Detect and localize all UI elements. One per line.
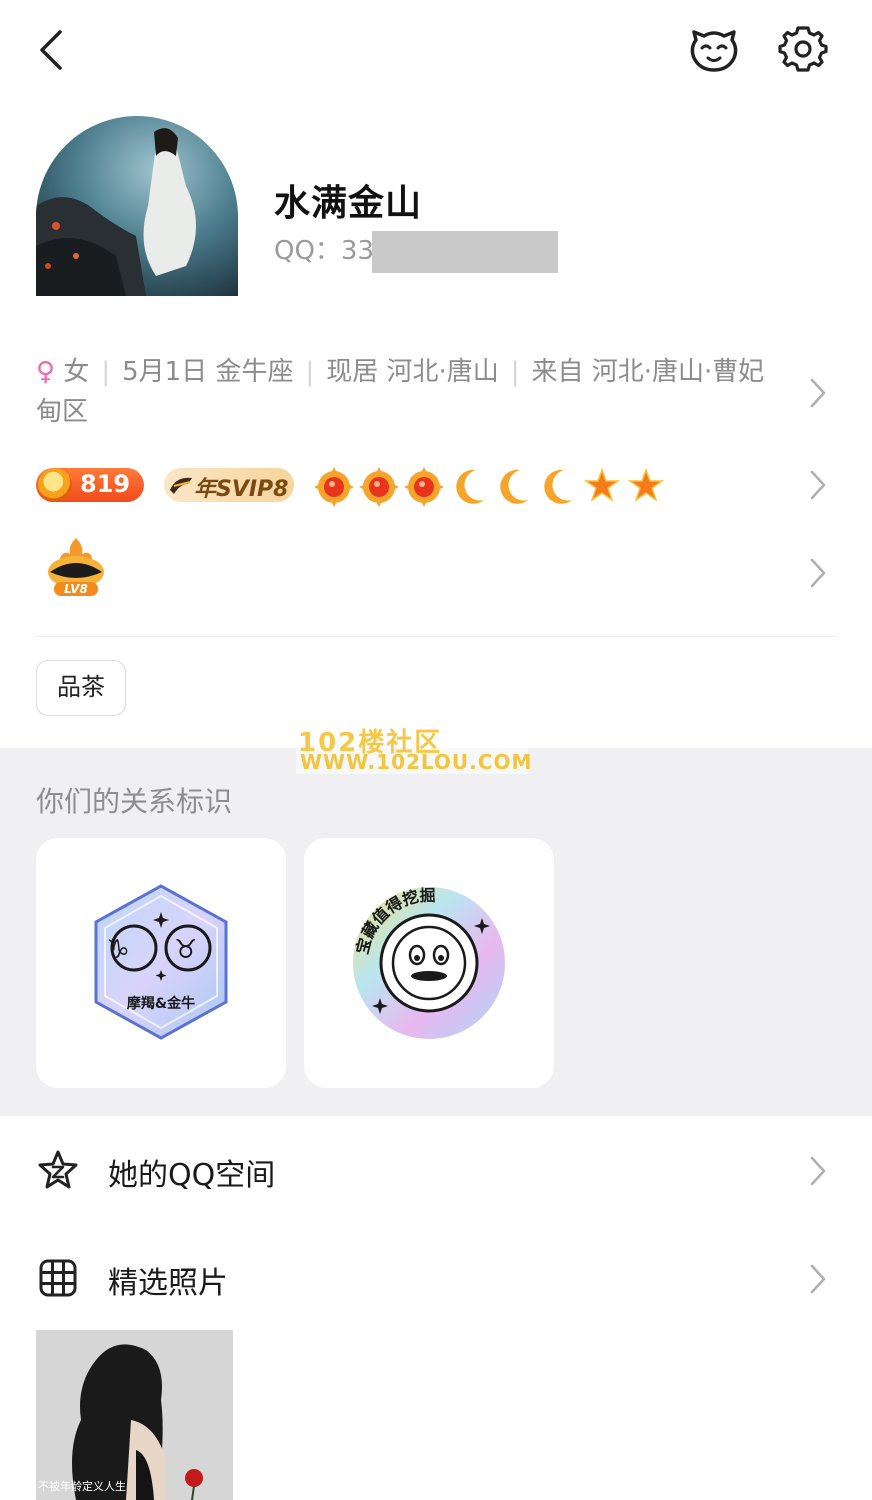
photo-caption: 不被年龄定义人生 — [38, 1480, 126, 1493]
moon-icon — [544, 469, 572, 504]
separator: | — [101, 357, 111, 387]
menu-photos[interactable]: 精选照片 — [0, 1228, 872, 1324]
chevron-right-icon[interactable] — [808, 556, 828, 590]
coin-icon — [38, 468, 72, 502]
relationship-card-zodiac[interactable]: ♑ ♉ 摩羯&金牛 — [36, 838, 286, 1088]
star-icon — [627, 467, 665, 502]
menu-qzone[interactable]: 她的QQ空间 — [0, 1120, 872, 1216]
back-button[interactable] — [30, 22, 80, 78]
coin-value: 819 — [80, 470, 131, 498]
relationship-title: 你们的关系标识 — [36, 785, 233, 818]
separator: | — [510, 357, 520, 387]
svip-crown-icon — [170, 477, 192, 494]
pet-face-icon — [690, 30, 738, 72]
top-bar — [0, 0, 872, 100]
relationship-card-treasure[interactable]: 宝藏值得挖掘 — [304, 838, 554, 1088]
level-icons — [314, 467, 665, 507]
qq-number-redaction — [372, 231, 558, 273]
chevron-left-icon — [40, 30, 62, 70]
interest-tag[interactable]: 品茶 — [36, 660, 126, 716]
chevron-right-icon — [810, 1264, 826, 1294]
photo-thumbnail[interactable]: 不被年龄定义人生 — [36, 1330, 233, 1500]
nickname: 水满金山 — [274, 183, 423, 224]
moon-icon — [500, 469, 528, 504]
settings-button[interactable] — [778, 24, 828, 74]
star-icon — [583, 467, 621, 502]
separator: | — [305, 357, 315, 387]
grid-icon — [39, 1259, 77, 1297]
chevron-right-icon[interactable] — [808, 376, 828, 410]
zodiac-symbols: ♑ ♉ — [107, 935, 216, 965]
level-badge[interactable]: LV8 — [40, 536, 120, 608]
qq-coin-badge: 819 — [36, 468, 144, 502]
birthday-text: 5月1日 金牛座 — [122, 357, 294, 387]
avatar[interactable] — [36, 116, 238, 296]
sun-icon — [404, 467, 444, 507]
watermark-line2: WWW.102LOU.COM — [300, 750, 533, 774]
female-icon: ♀ — [36, 357, 56, 387]
residence-text: 现居 河北·唐山 — [326, 357, 499, 387]
sun-icon — [314, 467, 354, 507]
zodiac-label: 摩羯&金牛 — [127, 995, 195, 1012]
profile-info[interactable]: ♀ 女 | 5月1日 金牛座 | 现居 河北·唐山 | 来自 河北·唐山·曹妃甸区 — [36, 352, 776, 432]
badge-row[interactable]: 819 年SVIP8 — [36, 464, 736, 510]
divider — [36, 636, 836, 637]
qq-number: QQ：33 — [274, 236, 375, 266]
qzone-label: 她的QQ空间 — [108, 1158, 276, 1193]
sun-icon — [359, 467, 399, 507]
chevron-right-icon — [810, 1156, 826, 1186]
gear-icon — [778, 26, 828, 72]
svip-label: 年SVIP8 — [194, 477, 289, 502]
pet-button[interactable] — [688, 26, 740, 74]
level-badge-label: LV8 — [64, 582, 88, 596]
moon-icon — [456, 469, 484, 504]
svip-badge: 年SVIP8 — [164, 468, 294, 502]
qzone-star-icon — [38, 1150, 78, 1189]
gender-text: 女 — [63, 357, 90, 387]
watermark: 102楼社区 WWW.102LOU.COM — [296, 722, 531, 774]
photos-label: 精选照片 — [108, 1266, 228, 1301]
chevron-right-icon[interactable] — [808, 468, 828, 502]
